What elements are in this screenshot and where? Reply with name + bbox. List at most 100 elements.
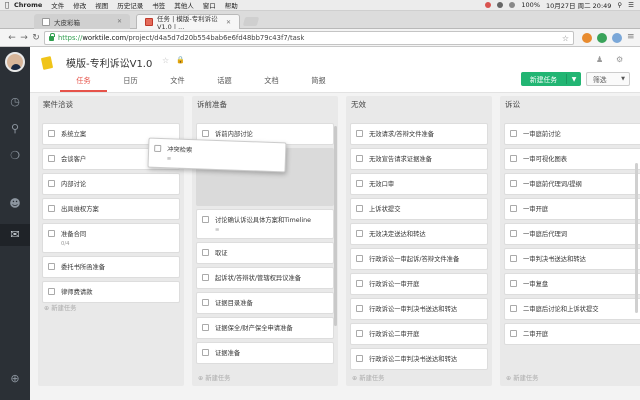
browser-tab-1[interactable]: 大皮彩箱 ✕ <box>34 14 130 29</box>
task-checkbox[interactable] <box>356 180 363 187</box>
star-icon[interactable]: ☆ <box>162 56 169 65</box>
browser-tab-2[interactable]: 任务 | 模版-专利诉讼V1.0 | ... ✕ <box>136 14 240 31</box>
task-card[interactable]: 一审可视化图表 <box>504 148 640 170</box>
task-card[interactable]: 无效宣告请求证据准备 <box>350 148 488 170</box>
task-checkbox[interactable] <box>356 155 363 162</box>
task-checkbox[interactable] <box>202 249 209 256</box>
inbox-icon[interactable]: ✉ <box>8 228 22 242</box>
task-checkbox[interactable] <box>510 130 517 137</box>
task-card[interactable]: 二审庭后讨论和上诉状提交 <box>504 298 640 320</box>
tab-calendar[interactable]: 日历 <box>107 76 154 92</box>
task-checkbox[interactable] <box>510 255 517 262</box>
task-checkbox[interactable] <box>202 130 209 137</box>
task-checkbox[interactable] <box>510 155 517 162</box>
task-checkbox[interactable] <box>202 349 209 356</box>
person-icon[interactable]: ♟ <box>596 55 603 64</box>
menu-history[interactable]: 历史记录 <box>117 0 143 10</box>
task-card[interactable]: 无效决定送达和转达 <box>350 223 488 245</box>
task-card[interactable]: 证据保全/财产保全申请准备 <box>196 317 334 339</box>
task-card[interactable]: 讨论确认诉讼具体方案和Timeline ≡ <box>196 209 334 239</box>
task-checkbox[interactable] <box>356 305 363 312</box>
tab-files[interactable]: 文件 <box>154 76 201 92</box>
task-card[interactable]: 律师费请款 <box>42 281 180 303</box>
forward-icon[interactable]: → <box>18 33 30 43</box>
task-checkbox[interactable] <box>356 355 363 362</box>
filter-dropdown[interactable]: 筛选 ▼ <box>586 72 630 86</box>
task-checkbox[interactable] <box>48 205 55 212</box>
back-icon[interactable]: ← <box>6 33 18 43</box>
menu-view[interactable]: 视图 <box>95 0 108 10</box>
task-card[interactable]: 一审复盘 <box>504 273 640 295</box>
tray-record-icon[interactable] <box>485 2 492 8</box>
add-task-link[interactable]: ⊕ 新建任务 <box>44 303 76 312</box>
task-card[interactable]: 二审开庭 <box>504 323 640 345</box>
search-icon[interactable]: ⚲ <box>617 1 622 9</box>
extension-icon[interactable] <box>582 33 592 43</box>
menu-window[interactable]: 窗口 <box>203 0 216 10</box>
column-title[interactable]: 案件洽谈 <box>38 96 184 113</box>
task-checkbox[interactable] <box>154 144 162 153</box>
scrollbar[interactable] <box>334 126 337 326</box>
apple-icon[interactable]:  <box>0 1 14 9</box>
task-checkbox[interactable] <box>48 180 55 187</box>
gear-icon[interactable]: ⚙ <box>616 55 623 64</box>
task-card[interactable]: 准备合同 0/4 <box>42 223 180 253</box>
chevron-down-icon[interactable]: ▼ <box>567 76 581 83</box>
task-checkbox[interactable] <box>48 130 55 137</box>
task-checkbox[interactable] <box>510 180 517 187</box>
menu-file[interactable]: 文件 <box>51 0 64 10</box>
task-checkbox[interactable] <box>356 130 363 137</box>
dragging-task-card[interactable]: 冲突检索 ≡ <box>147 137 287 173</box>
new-tab-button[interactable] <box>242 17 260 26</box>
task-checkbox[interactable] <box>48 155 55 162</box>
task-checkbox[interactable] <box>48 263 55 270</box>
column-title[interactable]: 诉前准备 <box>192 96 338 113</box>
task-card[interactable]: 出具维权方案 <box>42 198 180 220</box>
tab-tasks[interactable]: 任务 <box>60 76 107 92</box>
task-card[interactable]: 无效请求/答辩文件准备 <box>350 123 488 145</box>
task-checkbox[interactable] <box>48 288 55 295</box>
task-card[interactable]: 内部讨论 <box>42 173 180 195</box>
task-card[interactable]: 一审开庭 <box>504 198 640 220</box>
bookmark-star-icon[interactable]: ☆ <box>562 34 569 43</box>
task-card[interactable]: 行政诉讼一审判决书送达和转达 <box>350 298 488 320</box>
task-checkbox[interactable] <box>202 216 209 223</box>
dashboard-icon[interactable]: ◷ <box>8 95 22 109</box>
task-card[interactable]: 一审判决书送达和转达 <box>504 248 640 270</box>
task-checkbox[interactable] <box>356 230 363 237</box>
task-card[interactable]: 行政诉讼二审开庭 <box>350 323 488 345</box>
task-card[interactable]: 证据准备 <box>196 342 334 364</box>
tab-reports[interactable]: 简报 <box>295 76 342 92</box>
new-task-button[interactable]: 新建任务 ▼ <box>521 72 581 86</box>
search-icon[interactable]: ⚲ <box>8 122 22 136</box>
menu-bookmarks[interactable]: 书签 <box>152 0 165 10</box>
task-checkbox[interactable] <box>202 299 209 306</box>
contacts-icon[interactable]: ☻ <box>8 197 22 211</box>
url-input[interactable]: https:// worktile.com /project/d4a5d7d20… <box>44 31 574 45</box>
task-card[interactable]: 一审庭前代理词/提纲 <box>504 173 640 195</box>
task-checkbox[interactable] <box>202 324 209 331</box>
close-icon[interactable]: ✕ <box>117 18 122 25</box>
task-card[interactable]: 行政诉讼二审判决书送达和转达 <box>350 348 488 370</box>
add-task-link[interactable]: ⊕ 新建任务 <box>506 373 538 382</box>
task-card[interactable]: 行政诉讼一审起诉/答辩文件准备 <box>350 248 488 270</box>
task-checkbox[interactable] <box>48 230 55 237</box>
close-icon[interactable]: ✕ <box>226 19 231 26</box>
avatar[interactable] <box>5 52 25 72</box>
app-menu[interactable]: Chrome <box>14 1 42 9</box>
menu-help[interactable]: 帮助 <box>225 0 238 10</box>
task-card[interactable]: 起诉状/答辩状/管辖权异议准备 <box>196 267 334 289</box>
task-card[interactable]: 证据目录准备 <box>196 292 334 314</box>
task-checkbox[interactable] <box>356 205 363 212</box>
lock-icon[interactable]: 🔒 <box>176 56 185 64</box>
task-checkbox[interactable] <box>510 230 517 237</box>
add-icon[interactable]: ⊕ <box>8 372 22 386</box>
menu-people[interactable]: 其他人 <box>174 0 194 10</box>
menu-list-icon[interactable]: ☰ <box>628 1 634 9</box>
task-card[interactable]: 取证 <box>196 242 334 264</box>
compass-icon[interactable]: ❍ <box>8 149 22 163</box>
extension-icon[interactable] <box>612 33 622 43</box>
tab-docs[interactable]: 文档 <box>248 76 295 92</box>
column-title[interactable]: 无效 <box>346 96 492 113</box>
task-checkbox[interactable] <box>356 255 363 262</box>
